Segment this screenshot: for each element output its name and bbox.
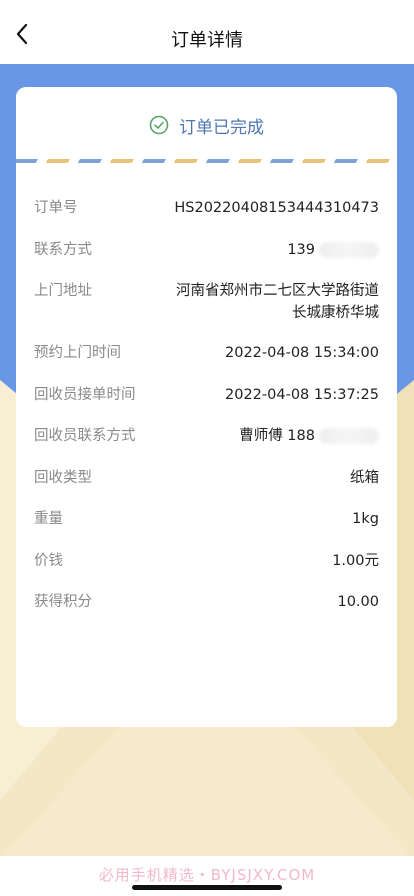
detail-label: 预约上门时间 [34, 345, 121, 361]
detail-row-contact: 联系方式 139 [34, 239, 379, 281]
status-text: 订单已完成 [179, 117, 264, 138]
address-value: 河南省郑州市二七区大学路街道 长城康桥华城 [176, 283, 379, 321]
weight-value: 1kg [352, 511, 379, 527]
collector-contact-value: 曹师傅 188 [239, 425, 379, 447]
check-circle-icon [149, 115, 169, 135]
order-status: 订单已完成 [16, 111, 397, 139]
contact-value: 139 [287, 239, 379, 261]
detail-row-points: 获得积分 10.00 [34, 591, 379, 633]
detail-row-type: 回收类型 纸箱 [34, 467, 379, 509]
redacted-blur [319, 241, 379, 258]
watermark-text: 必用手机精选・BYJSJXY.COM [98, 866, 316, 884]
detail-row-order-number: 订单号 HS20220408153444310473 [34, 197, 379, 239]
page-title: 订单详情 [171, 30, 243, 51]
detail-label: 重量 [34, 511, 63, 527]
detail-label: 获得积分 [34, 594, 92, 610]
accept-time-value: 2022-04-08 15:37:25 [225, 386, 379, 403]
detail-row-collector-contact: 回收员联系方式 曹师傅 188 [34, 425, 379, 467]
detail-row-accept-time: 回收员接单时间 2022-04-08 15:37:25 [34, 384, 379, 426]
airmail-dashed-divider [16, 159, 390, 163]
detail-row-appointment-time: 预约上门时间 2022-04-08 15:34:00 [34, 342, 379, 384]
detail-row-address: 上门地址 河南省郑州市二七区大学路街道 长城康桥华城 [34, 280, 379, 342]
points-value: 10.00 [337, 594, 379, 610]
detail-label: 价钱 [34, 552, 63, 569]
top-nav-bar: 订单详情 [0, 0, 414, 64]
order-detail-card: 订单已完成 订单号 HS20220408153444310473 联系方式 13… [16, 87, 397, 727]
detail-row-weight: 重量 1kg [34, 508, 379, 550]
detail-label: 订单号 [34, 200, 78, 216]
redacted-blur [319, 428, 379, 444]
type-value: 纸箱 [350, 469, 379, 486]
detail-label: 回收员接单时间 [34, 386, 136, 403]
price-value: 1.00元 [332, 552, 379, 569]
detail-label: 上门地址 [34, 283, 92, 299]
order-number-value: HS20220408153444310473 [174, 200, 379, 216]
home-indicator[interactable] [132, 885, 282, 890]
detail-list: 订单号 HS20220408153444310473 联系方式 139 上门地址… [34, 197, 379, 633]
detail-label: 回收员联系方式 [34, 428, 136, 444]
detail-label: 联系方式 [34, 241, 92, 258]
footer-bar: 必用手机精选・BYJSJXY.COM [0, 856, 414, 896]
detail-row-price: 价钱 1.00元 [34, 550, 379, 592]
appointment-time-value: 2022-04-08 15:34:00 [225, 345, 379, 361]
detail-label: 回收类型 [34, 469, 92, 486]
